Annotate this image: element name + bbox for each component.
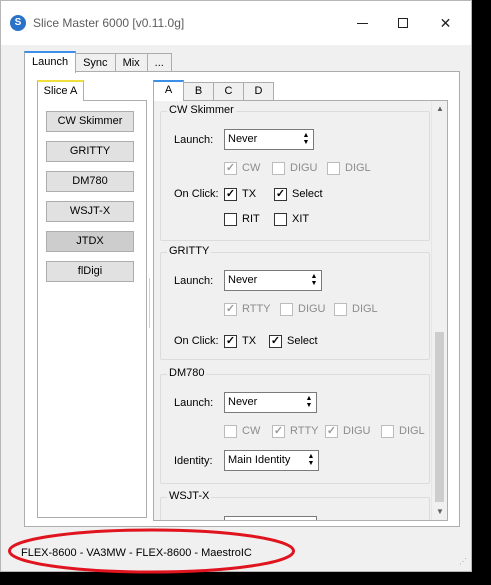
tab-more[interactable]: ...	[146, 53, 172, 73]
spin-arrows-icon: ▲ ▼	[302, 132, 310, 146]
checkbox-label: CW	[242, 425, 261, 437]
checkbox-label: TX	[242, 335, 257, 347]
checkbox-label: Select	[292, 188, 323, 200]
checkbox-label: RIT	[242, 213, 260, 225]
identity-select[interactable]: Main Identity ▲ ▼	[224, 450, 319, 471]
scroll-up-icon[interactable]: ▲	[432, 101, 447, 117]
onclick-label: On Click:	[174, 335, 219, 347]
tab-sync[interactable]: Sync	[75, 53, 116, 73]
title-bar[interactable]: S Slice Master 6000 [v0.11.0g] ✕	[1, 1, 471, 45]
launch-panel: Slice A CW Skimmer GRITTY DM780 WSJT-X J…	[24, 71, 460, 527]
gritty-button[interactable]: GRITTY	[46, 141, 134, 162]
launch-label: Launch:	[174, 397, 214, 409]
launch-label: Launch:	[174, 275, 214, 287]
select-checkbox[interactable]: ✓	[274, 188, 287, 201]
scroll-thumb[interactable]	[435, 332, 444, 502]
maximize-button[interactable]	[380, 1, 425, 45]
dm780-launch-select[interactable]: Never ▲ ▼	[224, 392, 317, 413]
annotation-ellipse	[8, 528, 295, 574]
cw-skimmer-launch-select[interactable]: Never ▲ ▼	[224, 129, 314, 150]
spin-arrows-icon: ▲ ▼	[310, 273, 318, 287]
select-checkbox[interactable]: ✓	[269, 335, 282, 348]
wsjtx-button[interactable]: WSJT-X	[46, 201, 134, 222]
xit-checkbox[interactable]	[274, 213, 287, 226]
checkbox-label: DIGL	[399, 425, 425, 437]
close-button[interactable]: ✕	[423, 1, 468, 45]
scroll-down-icon[interactable]: ▼	[432, 504, 447, 520]
checkbox-label: RTTY	[242, 303, 271, 315]
tx-checkbox[interactable]: ✓	[224, 335, 237, 348]
checkbox-label: CW	[242, 162, 261, 174]
dm780-group: DM780 Launch: Never ▲ ▼ CW ✓ RTTY ✓ DIGU …	[160, 367, 430, 484]
checkbox-label: DIGL	[352, 303, 378, 315]
settings-scroll-area: CW Skimmer Launch: Never ▲ ▼ ✓ CW DIGU DI…	[153, 100, 448, 521]
launch-label: Launch:	[174, 134, 214, 146]
checkbox-label: Select	[287, 335, 318, 347]
jtdx-button[interactable]: JTDX	[46, 231, 134, 252]
rtty-mode-checkbox[interactable]: ✓	[224, 303, 237, 316]
tab-slice-a[interactable]: Slice A	[37, 80, 84, 101]
fldigi-button[interactable]: flDigi	[46, 261, 134, 282]
maximize-icon	[397, 18, 408, 28]
slice-a-panel: CW Skimmer GRITTY DM780 WSJT-X JTDX flDi…	[37, 100, 147, 518]
checkbox-label: XIT	[292, 213, 310, 225]
minimize-icon	[357, 22, 368, 24]
checkbox-label: DIGL	[345, 162, 371, 174]
cw-skimmer-group: CW Skimmer Launch: Never ▲ ▼ ✓ CW DIGU DI…	[160, 104, 430, 241]
checkbox-label: DIGU	[298, 303, 326, 315]
tab-b[interactable]: B	[183, 82, 214, 100]
spin-arrows-icon: ▲ ▼	[305, 395, 313, 409]
group-title: DM780	[167, 367, 207, 379]
group-title: GRITTY	[167, 245, 212, 257]
panel-splitter[interactable]	[147, 278, 152, 328]
wsjtx-group: WSJT-X	[160, 490, 430, 520]
cw-mode-checkbox[interactable]	[224, 425, 237, 438]
spin-arrows-icon: ▲ ▼	[307, 453, 315, 467]
checkbox-label: RTTY	[290, 425, 319, 437]
select-value: Never	[228, 396, 258, 408]
select-value: Never	[228, 274, 258, 286]
window-title: Slice Master 6000 [v0.11.0g]	[33, 16, 185, 30]
group-title: WSJT-X	[167, 490, 212, 502]
checkbox-label: DIGU	[290, 162, 318, 174]
identity-label: Identity:	[174, 455, 213, 467]
digl-mode-checkbox[interactable]	[334, 303, 347, 316]
tx-checkbox[interactable]: ✓	[224, 188, 237, 201]
digu-mode-checkbox[interactable]: ✓	[325, 425, 338, 438]
minimize-button[interactable]	[340, 1, 385, 45]
tab-launch[interactable]: Launch	[24, 51, 77, 73]
resize-grip-icon[interactable]: ⋰	[459, 557, 467, 566]
group-title: CW Skimmer	[167, 104, 236, 116]
rtty-mode-checkbox[interactable]: ✓	[272, 425, 285, 438]
dm780-button[interactable]: DM780	[46, 171, 134, 192]
select-value: Never	[228, 133, 258, 145]
digu-mode-checkbox[interactable]	[280, 303, 293, 316]
select-value: Main Identity	[228, 454, 291, 466]
gritty-group: GRITTY Launch: Never ▲ ▼ ✓ RTTY DIGU DIGL…	[160, 245, 430, 360]
tab-d[interactable]: D	[243, 82, 274, 100]
vertical-scrollbar[interactable]: ▲ ▼	[431, 101, 447, 520]
digl-mode-checkbox[interactable]	[327, 162, 340, 175]
tab-mix[interactable]: Mix	[114, 53, 148, 73]
close-icon: ✕	[439, 14, 452, 31]
cw-skimmer-button[interactable]: CW Skimmer	[46, 111, 134, 132]
digu-mode-checkbox[interactable]	[272, 162, 285, 175]
checkbox-label: DIGU	[343, 425, 371, 437]
tab-a[interactable]: A	[153, 80, 184, 101]
digl-mode-checkbox[interactable]	[381, 425, 394, 438]
wsjtx-launch-select[interactable]	[224, 516, 317, 520]
app-window: S Slice Master 6000 [v0.11.0g] ✕ Launch …	[0, 0, 472, 572]
checkbox-label: TX	[242, 188, 257, 200]
slice-tab-bar: A B C D	[153, 80, 274, 101]
rit-checkbox[interactable]	[224, 213, 237, 226]
tab-c[interactable]: C	[213, 82, 244, 100]
gritty-launch-select[interactable]: Never ▲ ▼	[224, 270, 322, 291]
app-logo-icon: S	[10, 15, 26, 31]
onclick-label: On Click:	[174, 188, 219, 200]
cw-mode-checkbox[interactable]: ✓	[224, 162, 237, 175]
main-tab-bar: Launch Sync Mix ...	[24, 51, 172, 73]
